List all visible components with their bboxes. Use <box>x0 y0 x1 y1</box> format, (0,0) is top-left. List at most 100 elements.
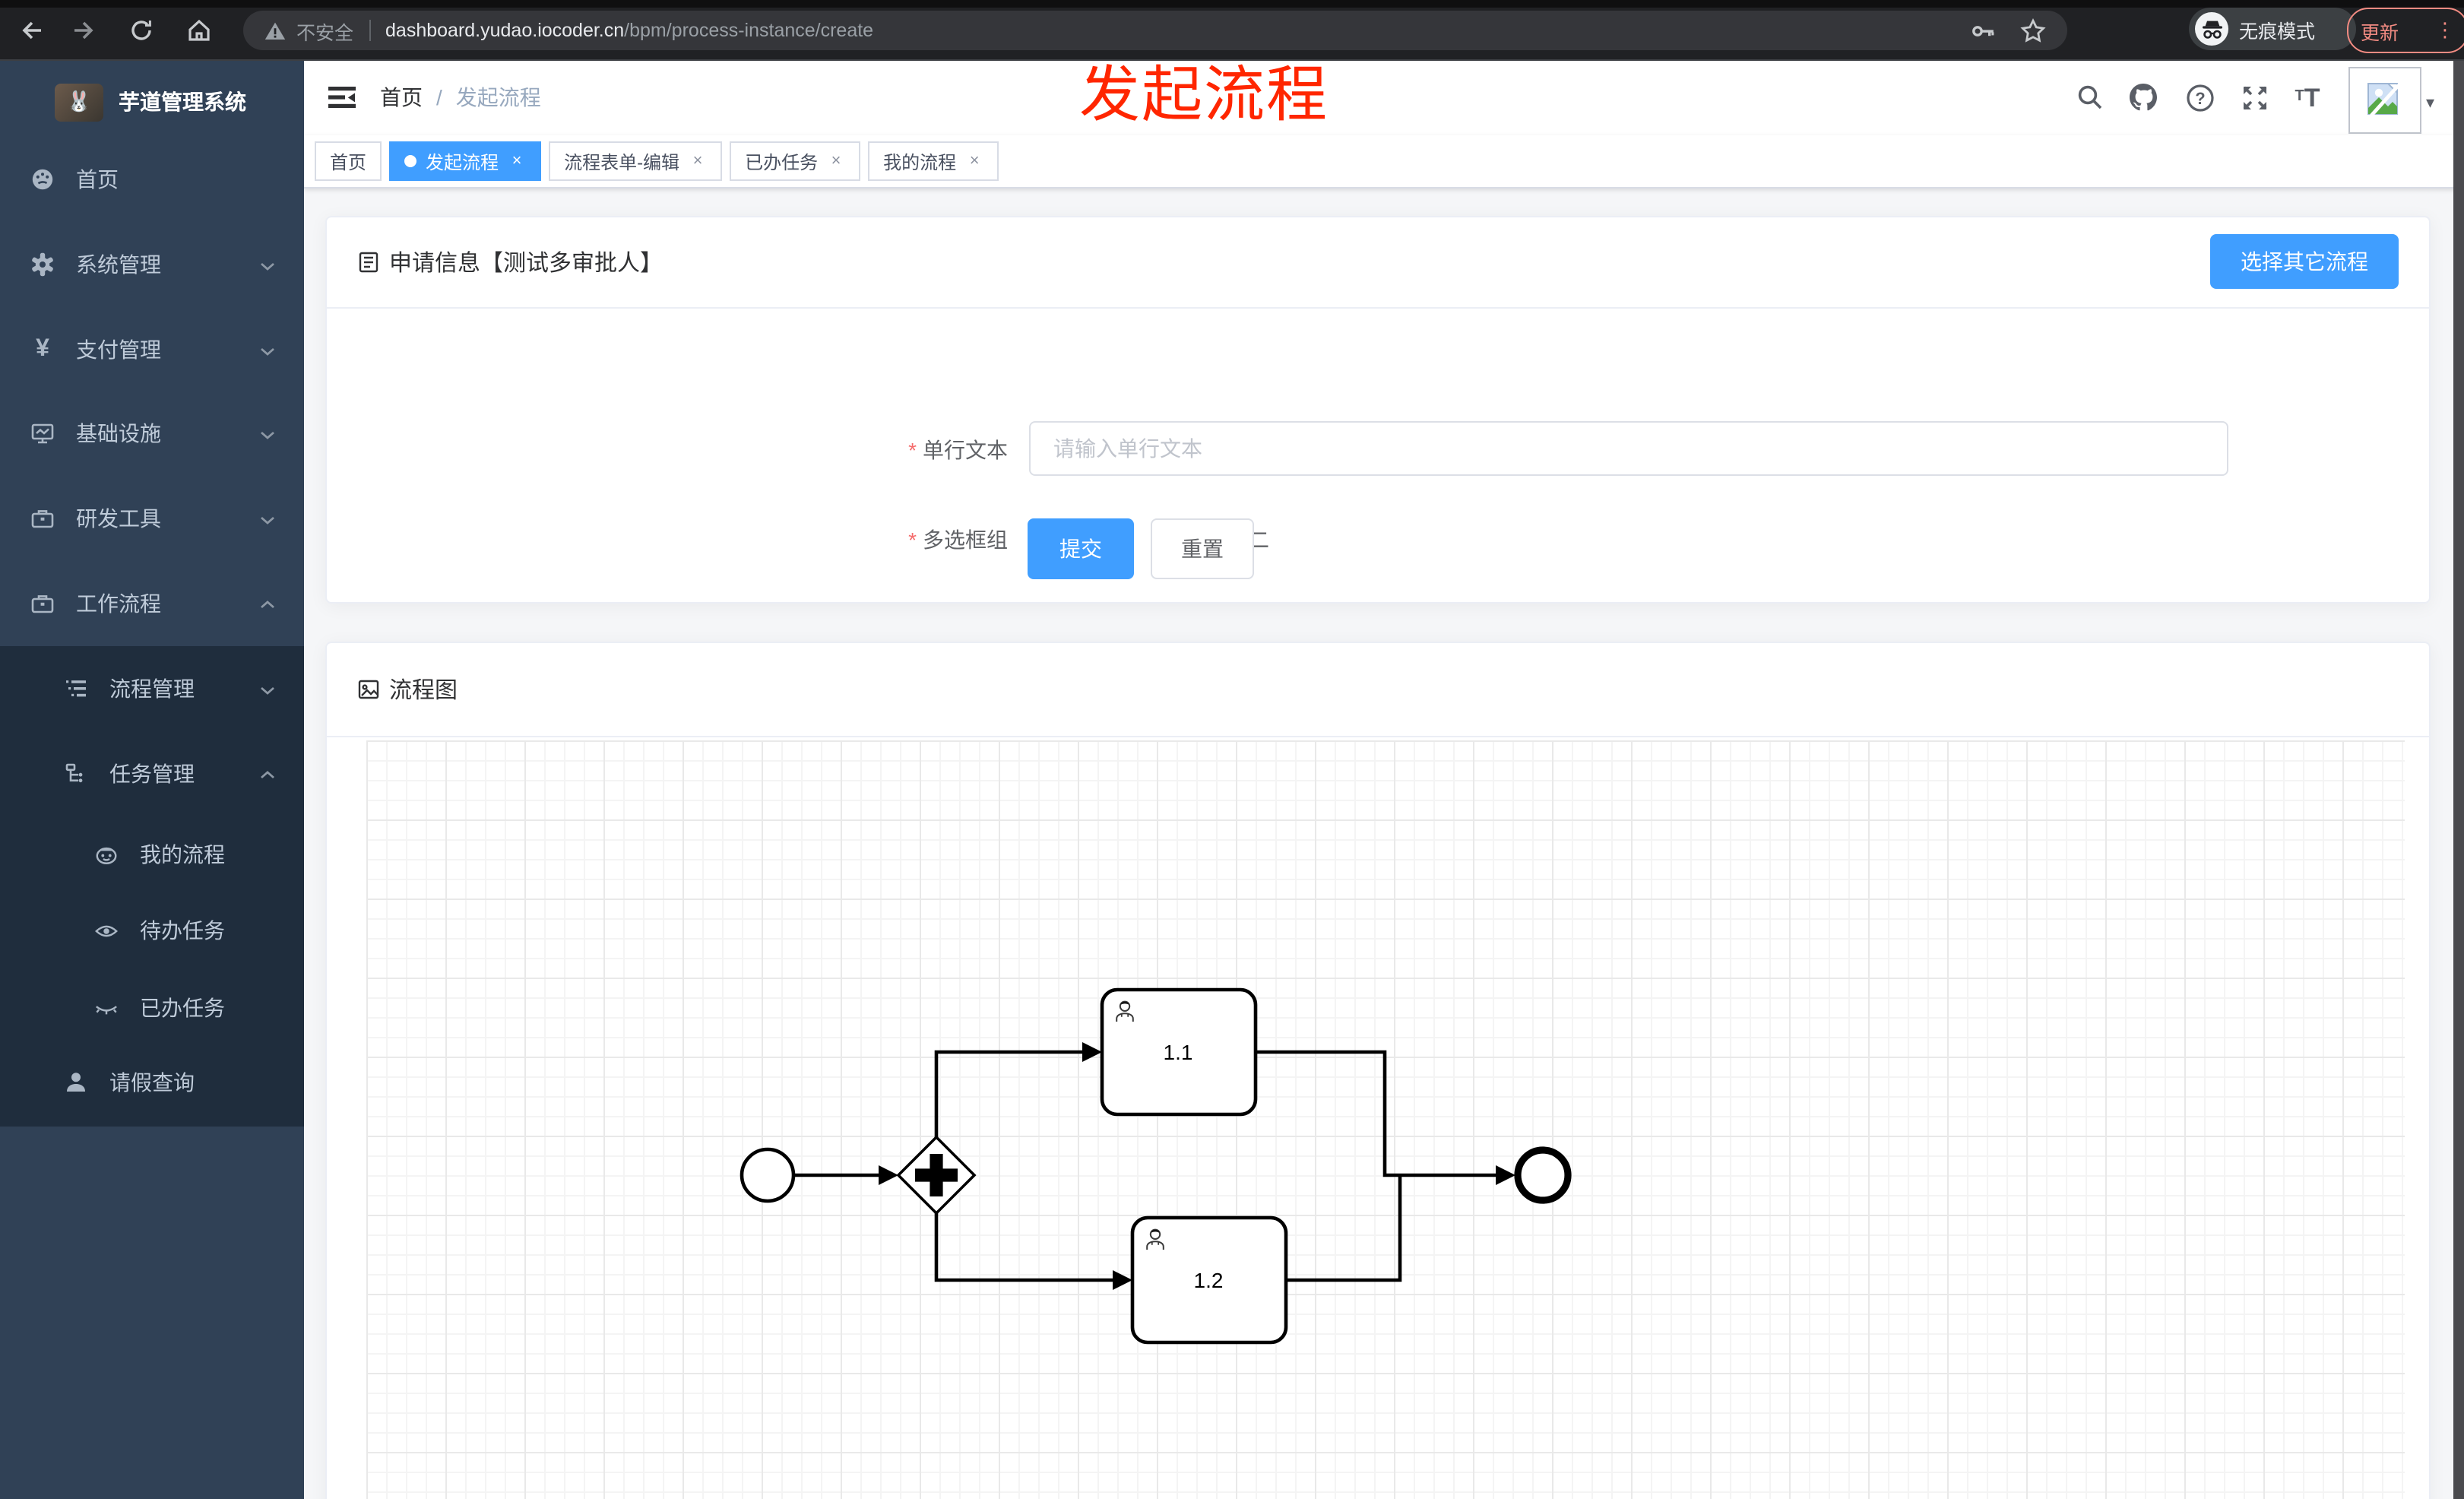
close-icon[interactable]: × <box>827 152 845 170</box>
tags-view: 首页 发起流程 × 流程表单-编辑 × 已办任务 × 我的流程 × <box>304 135 2464 189</box>
incognito-badge: 无痕模式 <box>2189 8 2356 50</box>
required-asterisk: * <box>908 528 917 552</box>
forward-icon[interactable] <box>67 14 100 47</box>
tab-my-process[interactable]: 我的流程 × <box>868 141 999 181</box>
caret-down-icon[interactable]: ▾ <box>2426 93 2434 113</box>
sidebar-item-label: 研发工具 <box>76 506 161 531</box>
close-icon[interactable]: × <box>508 152 526 170</box>
card-title: 申请信息【测试多审批人】 <box>389 251 664 277</box>
chevron-down-icon <box>258 341 277 359</box>
tab-form-edit[interactable]: 流程表单-编辑 × <box>549 141 723 181</box>
reload-icon[interactable] <box>125 14 158 47</box>
breadcrumb-home[interactable]: 首页 <box>380 82 423 113</box>
sidebar-item-infrastructure[interactable]: 基础设施 <box>0 395 304 471</box>
avatar[interactable] <box>2348 67 2421 134</box>
sidebar-item-label: 工作流程 <box>76 591 161 616</box>
tab-label: 发起流程 <box>426 151 499 173</box>
sidebar-item-home[interactable]: 首页 <box>0 141 304 217</box>
tab-home[interactable]: 首页 <box>315 141 382 181</box>
url-bar[interactable]: 不安全 dashboard.yudao.iocoder.cn/bpm/proce… <box>243 11 2067 50</box>
sidebar-item-dev-tools[interactable]: 研发工具 <box>0 480 304 556</box>
help-icon[interactable]: ? <box>2181 81 2218 114</box>
user-task-1-2[interactable]: 1.2 <box>1130 1215 1288 1345</box>
yen-icon: ¥ <box>36 336 49 362</box>
sidebar-item-workflow[interactable]: 工作流程 <box>0 566 304 642</box>
chevron-up-icon <box>258 765 277 783</box>
sidebar-item-done-tasks[interactable]: 已办任务 <box>0 970 304 1046</box>
choose-other-process-button[interactable]: 选择其它流程 <box>2210 234 2399 289</box>
dashboard-icon <box>30 167 55 192</box>
navbar: 首页 / 发起流程 ? TT ▾ <box>304 59 2464 135</box>
card-title: 流程图 <box>389 678 458 704</box>
github-icon[interactable] <box>2125 81 2162 114</box>
user-task-1-1[interactable]: 1.1 <box>1100 987 1258 1117</box>
sidebar-item-system[interactable]: 系统管理 <box>0 227 304 303</box>
tab-label: 首页 <box>330 151 367 173</box>
image-icon <box>357 678 380 701</box>
breadcrumb-current: 发起流程 <box>455 85 541 109</box>
collapse-sidebar-icon[interactable] <box>327 82 357 113</box>
chevron-down-icon <box>258 680 277 698</box>
url-host: dashboard.yudao.iocoder.cn <box>385 20 625 41</box>
start-event[interactable] <box>740 1147 796 1203</box>
close-icon[interactable]: × <box>965 152 983 170</box>
document-icon <box>357 251 380 274</box>
url-separator <box>369 20 371 41</box>
reset-button[interactable]: 重置 <box>1151 518 1254 579</box>
sidebar-item-label: 待办任务 <box>140 918 225 943</box>
svg-text:?: ? <box>2194 88 2204 107</box>
main-area: 首页 / 发起流程 ? TT ▾ 首页 发起流程 × 流程表单-编辑 × 已办任… <box>304 59 2464 1499</box>
tab-label: 已办任务 <box>745 151 819 173</box>
required-asterisk: * <box>908 438 917 462</box>
breadcrumb: 首页 / 发起流程 <box>380 59 541 135</box>
sidebar-item-leave-query[interactable]: 请假查询 <box>0 1044 304 1120</box>
back-icon[interactable] <box>15 14 49 47</box>
parallel-gateway[interactable] <box>896 1135 977 1215</box>
browser-tabstrip <box>0 0 2464 8</box>
tab-label: 流程表单-编辑 <box>564 151 680 173</box>
update-button[interactable]: 更新 ⋮ <box>2347 8 2464 53</box>
incognito-label: 无痕模式 <box>2239 21 2316 42</box>
sidebar-item-task-management[interactable]: 任务管理 <box>0 736 304 812</box>
close-icon[interactable]: × <box>689 152 707 170</box>
sidebar-item-label: 请假查询 <box>109 1070 195 1095</box>
breadcrumb-separator: / <box>436 85 442 109</box>
user-icon <box>64 1070 88 1095</box>
more-menu-icon[interactable]: ⋮ <box>2435 18 2455 43</box>
form-body: *单行文本 *多选框组 选项一 选项二 <box>327 307 2429 602</box>
tab-create-process[interactable]: 发起流程 × <box>389 141 542 181</box>
fullscreen-icon[interactable] <box>2236 81 2272 114</box>
sidebar-item-payment[interactable]: ¥ 支付管理 <box>0 312 304 388</box>
card-header: 流程图 <box>327 643 2429 737</box>
checkbox-field-label: * 多选框组 <box>908 528 1008 552</box>
app-root: 不安全 dashboard.yudao.iocoder.cn/bpm/proce… <box>0 0 2464 1499</box>
broken-image-icon <box>2367 83 2400 117</box>
end-event[interactable] <box>1514 1146 1572 1204</box>
task-label: 1.2 <box>1194 1269 1224 1292</box>
robot-icon <box>94 842 119 867</box>
tab-label: 我的流程 <box>883 151 957 173</box>
gear-icon <box>30 252 55 277</box>
page-scrollbar[interactable] <box>2453 59 2464 1499</box>
text-field-label: * 单行文本 <box>908 438 1008 462</box>
tree-icon <box>64 762 88 786</box>
app-logo-row[interactable]: 🐰 芋道管理系统 <box>0 59 304 144</box>
key-icon[interactable] <box>1970 17 1996 43</box>
sidebar-item-my-process[interactable]: 我的流程 <box>0 816 304 892</box>
sidebar-item-label: 我的流程 <box>140 842 225 867</box>
chevron-up-icon <box>258 594 277 613</box>
font-size-large-letter: T <box>2304 83 2320 112</box>
process-diagram-card: 流程图 1.1 1.2 <box>325 642 2431 1499</box>
sidebar-item-process-management[interactable]: 流程管理 <box>0 651 304 727</box>
search-icon[interactable] <box>2072 81 2108 114</box>
star-icon[interactable] <box>2020 17 2046 43</box>
font-size-icon[interactable]: TT <box>2289 81 2326 114</box>
single-line-text-input[interactable] <box>1029 421 2228 476</box>
home-icon[interactable] <box>182 14 216 47</box>
sidebar-item-todo-tasks[interactable]: 待办任务 <box>0 892 304 968</box>
active-dot-icon <box>404 155 417 167</box>
sidebar-item-label: 流程管理 <box>109 677 195 701</box>
submit-button[interactable]: 提交 <box>1028 518 1134 579</box>
tab-done-tasks[interactable]: 已办任务 × <box>730 141 861 181</box>
bpmn-canvas[interactable]: 1.1 1.2 <box>327 736 2429 1499</box>
